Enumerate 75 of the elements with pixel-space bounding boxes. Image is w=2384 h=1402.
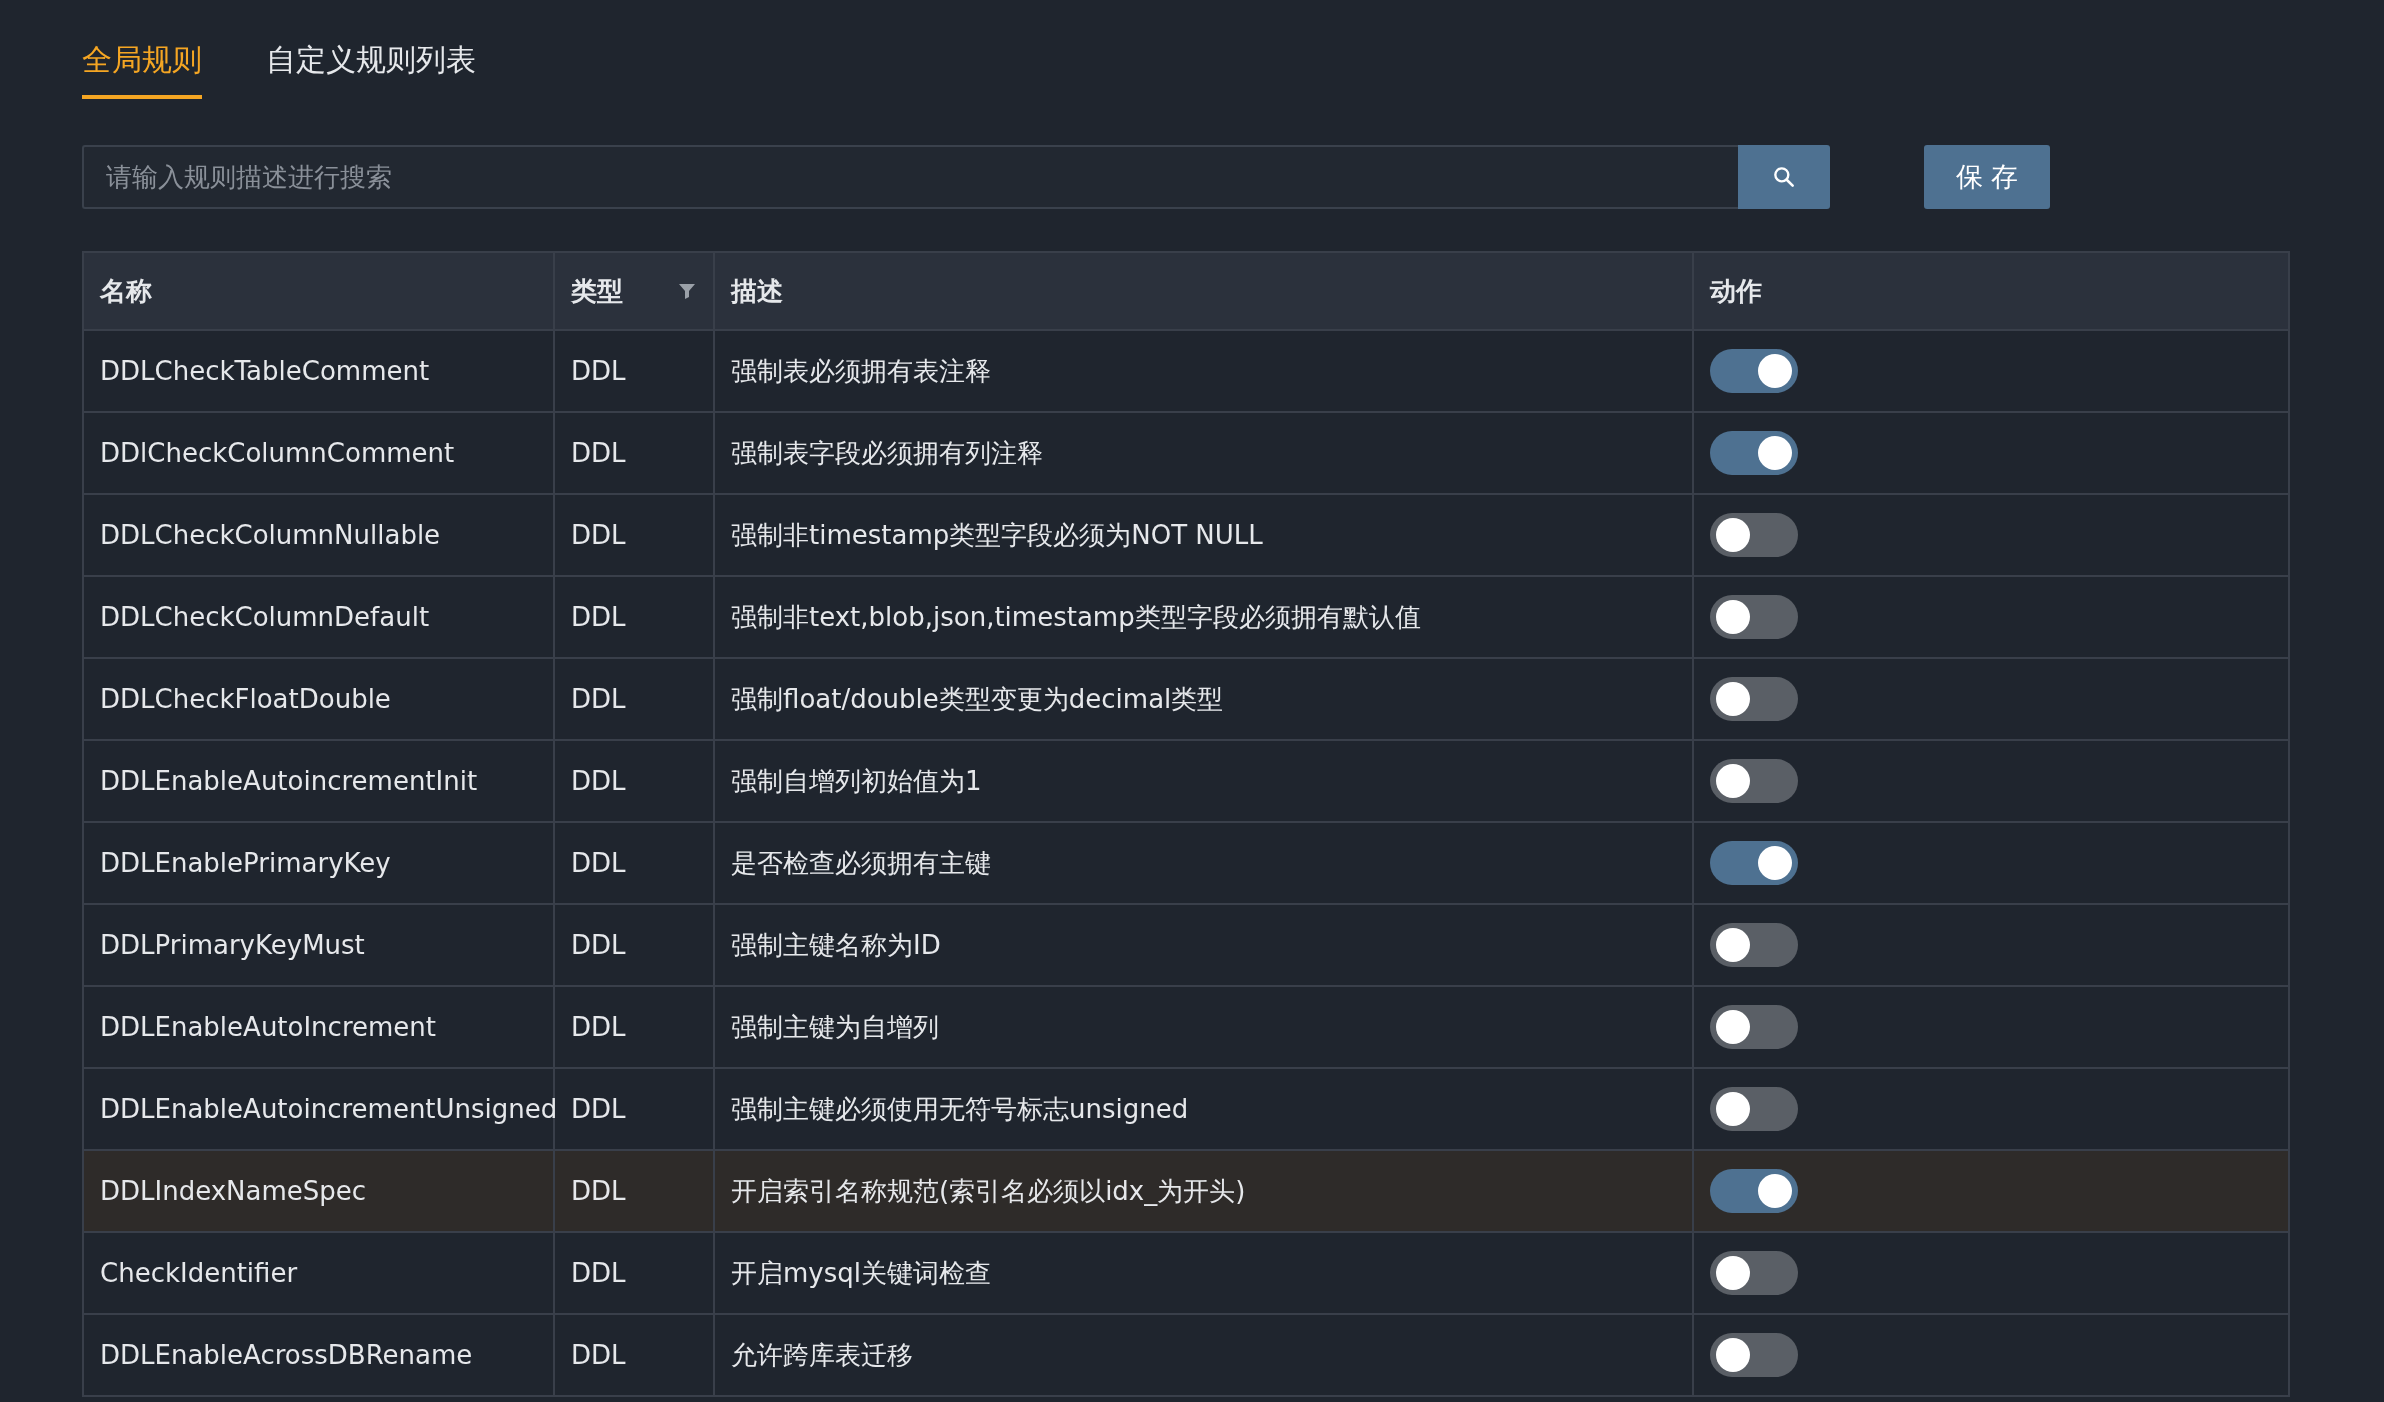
table-cell: DDL xyxy=(555,987,715,1067)
toggle-switch[interactable] xyxy=(1710,923,1798,967)
toggle-switch[interactable] xyxy=(1710,1333,1798,1377)
table-cell: 强制非timestamp类型字段必须为NOT NULL xyxy=(715,495,1694,575)
table-cell: 强制非text,blob,json,timestamp类型字段必须拥有默认值 xyxy=(715,577,1694,657)
table-cell: DDL xyxy=(555,413,715,493)
table-cell: DDLCheckFloatDouble xyxy=(84,659,555,739)
table-cell: 强制自增列初始值为1 xyxy=(715,741,1694,821)
table-cell: DDL xyxy=(555,1315,715,1395)
tab[interactable]: 自定义规则列表 xyxy=(266,40,476,99)
table-row[interactable]: DDLEnablePrimaryKey DDL 是否检查必须拥有主键 xyxy=(84,823,2288,905)
toggle-switch[interactable] xyxy=(1710,841,1798,885)
save-button[interactable]: 保 存 xyxy=(1924,145,2050,209)
table-cell: DDLIndexNameSpec xyxy=(84,1151,555,1231)
table-row[interactable]: DDLCheckFloatDouble DDL 强制float/double类型变更为decimal类型 xyxy=(84,659,2288,741)
table-cell: DDLEnableAcrossDBRename xyxy=(84,1315,555,1395)
table-cell: DDL xyxy=(555,659,715,739)
table-cell: 强制主键为自增列 xyxy=(715,987,1694,1067)
table-row[interactable]: DDLCheckTableComment DDL 强制表必须拥有表注释 xyxy=(84,331,2288,413)
table-cell: 允许跨库表迁移 xyxy=(715,1315,1694,1395)
toggle-switch[interactable] xyxy=(1710,677,1798,721)
table-cell: 开启索引名称规范(索引名必须以idx_为开头) xyxy=(715,1151,1694,1231)
toggle-switch[interactable] xyxy=(1710,1087,1798,1131)
table-row[interactable]: DDLCheckColumnDefault DDL 强制非text,blob,json,timestamp类型字段必须拥有默认值 xyxy=(84,577,2288,659)
table-cell: DDL xyxy=(555,1233,715,1313)
toggle-switch[interactable] xyxy=(1710,431,1798,475)
table-cell: 强制表必须拥有表注释 xyxy=(715,331,1694,411)
table-row[interactable]: DDLPrimaryKeyMust DDL 强制主键名称为ID xyxy=(84,905,2288,987)
table-cell: DDL xyxy=(555,741,715,821)
table-row[interactable]: DDLEnableAutoincrementUnsigned DDL 强制主键必须使用无符号标志unsigned xyxy=(84,1069,2288,1151)
table-cell: DDlCheckColumnComment xyxy=(84,413,555,493)
table-cell: CheckIdentifier xyxy=(84,1233,555,1313)
toggle-switch[interactable] xyxy=(1710,595,1798,639)
tab[interactable]: 全局规则 xyxy=(82,40,202,99)
toggle-switch[interactable] xyxy=(1710,1169,1798,1213)
table-cell: DDL xyxy=(555,495,715,575)
table-cell: 是否检查必须拥有主键 xyxy=(715,823,1694,903)
table-cell: DDL xyxy=(555,823,715,903)
toggle-switch[interactable] xyxy=(1710,1251,1798,1295)
table-cell: DDL xyxy=(555,1069,715,1149)
table-cell: DDLCheckColumnDefault xyxy=(84,577,555,657)
table-cell: DDL xyxy=(555,905,715,985)
table-cell: 开启mysql关键词检查 xyxy=(715,1233,1694,1313)
toggle-switch[interactable] xyxy=(1710,513,1798,557)
table-row[interactable]: CheckIdentifier DDL 开启mysql关键词检查 xyxy=(84,1233,2288,1315)
column-title: 类型 xyxy=(571,274,623,308)
table-row[interactable]: DDLEnableAutoincrementInit DDL 强制自增列初始值为1 xyxy=(84,741,2288,823)
table-cell: DDL xyxy=(555,577,715,657)
table-cell: DDLEnableAutoincrementInit xyxy=(84,741,555,821)
table-cell: 强制主键名称为ID xyxy=(715,905,1694,985)
search-icon xyxy=(1771,164,1797,190)
toggle-switch[interactable] xyxy=(1710,1005,1798,1049)
table-cell: DDLEnableAutoIncrement xyxy=(84,987,555,1067)
table-row[interactable]: DDLIndexNameSpec DDL 开启索引名称规范(索引名必须以idx_为开头) xyxy=(84,1151,2288,1233)
table-cell: DDLCheckColumnNullable xyxy=(84,495,555,575)
filter-icon[interactable] xyxy=(677,281,697,301)
table-cell: DDL xyxy=(555,1151,715,1231)
table-cell: 强制float/double类型变更为decimal类型 xyxy=(715,659,1694,739)
toggle-switch[interactable] xyxy=(1710,759,1798,803)
column-title: 描述 xyxy=(731,274,783,308)
table-row[interactable]: DDLEnableAutoIncrement DDL 强制主键为自增列 xyxy=(84,987,2288,1069)
table-cell: 强制表字段必须拥有列注释 xyxy=(715,413,1694,493)
table-cell: DDLEnableAutoincrementUnsigned xyxy=(84,1069,555,1149)
table-row[interactable]: DDLEnableAcrossDBRename DDL 允许跨库表迁移 xyxy=(84,1315,2288,1397)
toggle-switch[interactable] xyxy=(1710,349,1798,393)
search-field[interactable]: 请输入规则描述进行搜索 xyxy=(82,145,1738,209)
table-cell: DDL xyxy=(555,331,715,411)
table-cell: DDLCheckTableComment xyxy=(84,331,555,411)
table-row[interactable]: DDlCheckColumnComment DDL 强制表字段必须拥有列注释 xyxy=(84,413,2288,495)
column-title: 动作 xyxy=(1710,274,1762,308)
table-cell: DDLEnablePrimaryKey xyxy=(84,823,555,903)
table-cell: DDLPrimaryKeyMust xyxy=(84,905,555,985)
table-row[interactable]: DDLCheckColumnNullable DDL 强制非timestamp类型字段必须为NOT NULL xyxy=(84,495,2288,577)
table-cell: 强制主键必须使用无符号标志unsigned xyxy=(715,1069,1694,1149)
column-title: 名称 xyxy=(100,274,152,308)
